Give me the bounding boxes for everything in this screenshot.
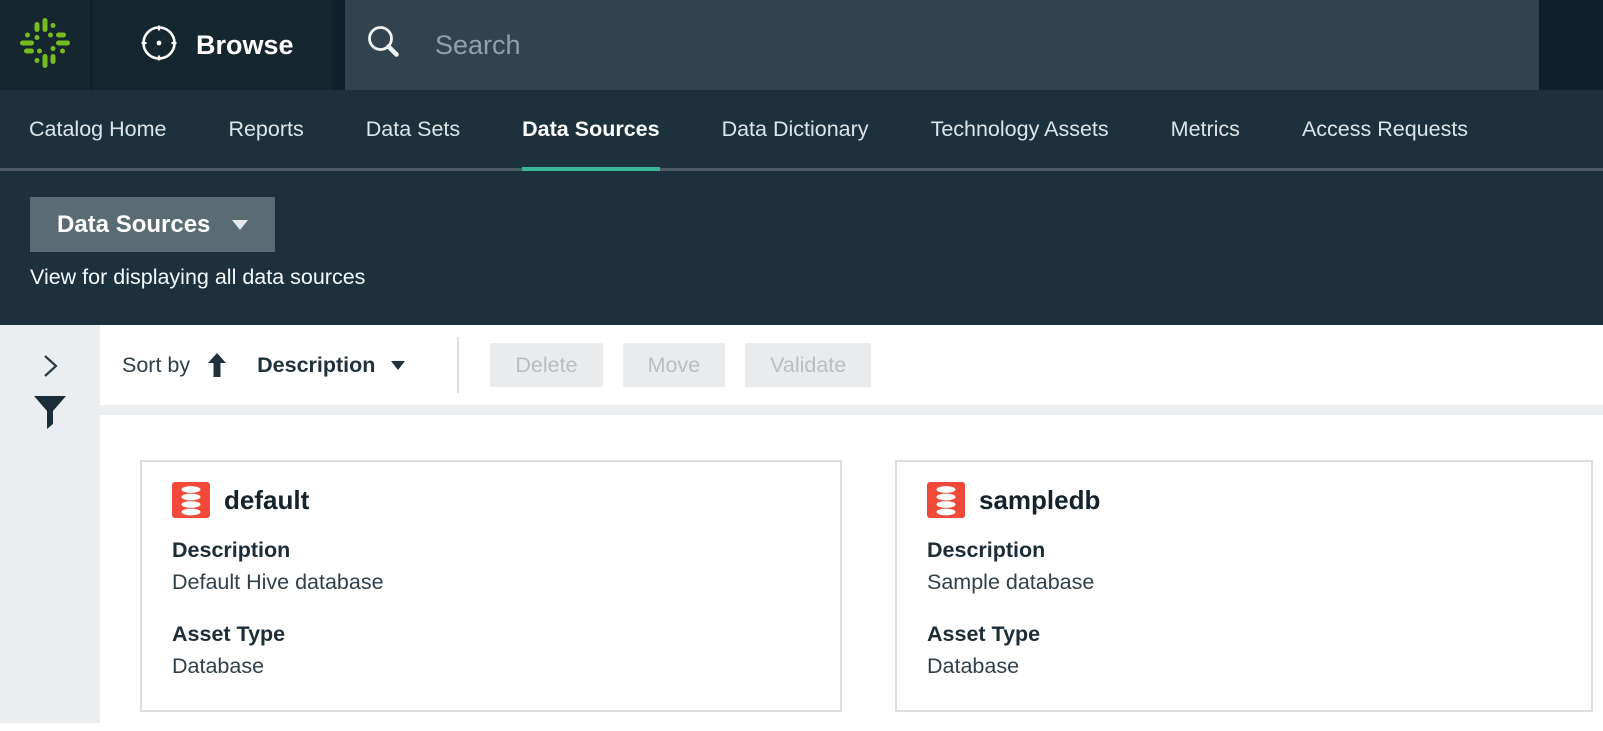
tab-reports[interactable]: Reports: [228, 90, 303, 168]
database-icon: [172, 482, 210, 518]
field-label: Description: [172, 538, 810, 563]
tab-technology-assets[interactable]: Technology Assets: [931, 90, 1109, 168]
chevron-right-icon: [37, 369, 63, 384]
tab-label: Catalog Home: [29, 117, 166, 142]
tab-data-dictionary[interactable]: Data Dictionary: [722, 90, 869, 168]
caret-down-icon: [232, 220, 248, 230]
field-value: Database: [172, 654, 810, 679]
global-search[interactable]: [345, 0, 1539, 90]
tab-label: Metrics: [1171, 117, 1240, 142]
delete-button[interactable]: Delete: [490, 343, 602, 387]
field-value: Sample database: [927, 570, 1561, 595]
tab-metrics[interactable]: Metrics: [1171, 90, 1240, 168]
view-selector-button[interactable]: Data Sources: [30, 197, 275, 252]
card-header: default: [172, 482, 810, 518]
caret-down-icon[interactable]: [391, 361, 405, 370]
field-value: Default Hive database: [172, 570, 810, 595]
card-header: sampledb: [927, 482, 1561, 518]
logo-icon: [19, 17, 71, 74]
tab-label: Access Requests: [1302, 117, 1468, 142]
view-caption: View for displaying all data sources: [30, 265, 365, 290]
toolbar-content-divider: [100, 405, 1603, 415]
tab-label: Data Sources: [522, 117, 659, 142]
compass-icon: [139, 23, 179, 68]
tab-label: Technology Assets: [931, 117, 1109, 142]
sidebar-expand-button[interactable]: [37, 351, 63, 381]
app-logo[interactable]: [0, 0, 90, 90]
data-source-list: default Description Default Hive databas…: [140, 460, 1593, 712]
database-icon: [927, 482, 965, 518]
tab-data-sets[interactable]: Data Sets: [366, 90, 460, 168]
data-source-card-sampledb[interactable]: sampledb Description Sample database Ass…: [895, 460, 1593, 712]
catalog-nav: Catalog Home Reports Data Sets Data Sour…: [0, 90, 1603, 171]
field-value: Database: [927, 654, 1561, 679]
sort-by-label: Sort by: [122, 353, 190, 378]
search-icon: [362, 21, 406, 70]
data-source-title[interactable]: default: [224, 485, 309, 516]
funnel-icon: [31, 419, 69, 434]
data-source-title[interactable]: sampledb: [979, 485, 1100, 516]
top-bar: Browse: [0, 0, 1603, 90]
tab-data-sources[interactable]: Data Sources: [522, 90, 659, 168]
tab-label: Reports: [228, 117, 303, 142]
list-toolbar: Sort by Description Delete Move Validate: [100, 325, 1603, 405]
data-source-card-default[interactable]: default Description Default Hive databas…: [140, 460, 842, 712]
tab-catalog-home[interactable]: Catalog Home: [29, 90, 166, 168]
main-content: Sort by Description Delete Move Validate: [0, 325, 1603, 731]
page-header: Data Sources View for displaying all dat…: [0, 171, 1603, 325]
browse-label: Browse: [196, 30, 294, 61]
filter-button[interactable]: [31, 395, 69, 431]
field-label: Description: [927, 538, 1561, 563]
tab-access-requests[interactable]: Access Requests: [1302, 90, 1468, 168]
move-button[interactable]: Move: [623, 343, 726, 387]
tab-label: Data Dictionary: [722, 117, 869, 142]
sort-direction-button[interactable]: [207, 352, 227, 378]
field-label: Asset Type: [172, 622, 810, 647]
ascending-arrow-icon: [207, 366, 227, 381]
tab-label: Data Sets: [366, 117, 460, 142]
field-label: Asset Type: [927, 622, 1561, 647]
search-input[interactable]: [433, 29, 1337, 62]
view-selector-label: Data Sources: [57, 211, 210, 239]
validate-button[interactable]: Validate: [745, 343, 871, 387]
filter-sidebar: [0, 325, 100, 723]
sort-field-dropdown[interactable]: Description: [257, 353, 375, 378]
toolbar-divider: [457, 337, 459, 393]
browse-menu[interactable]: Browse: [93, 0, 332, 90]
